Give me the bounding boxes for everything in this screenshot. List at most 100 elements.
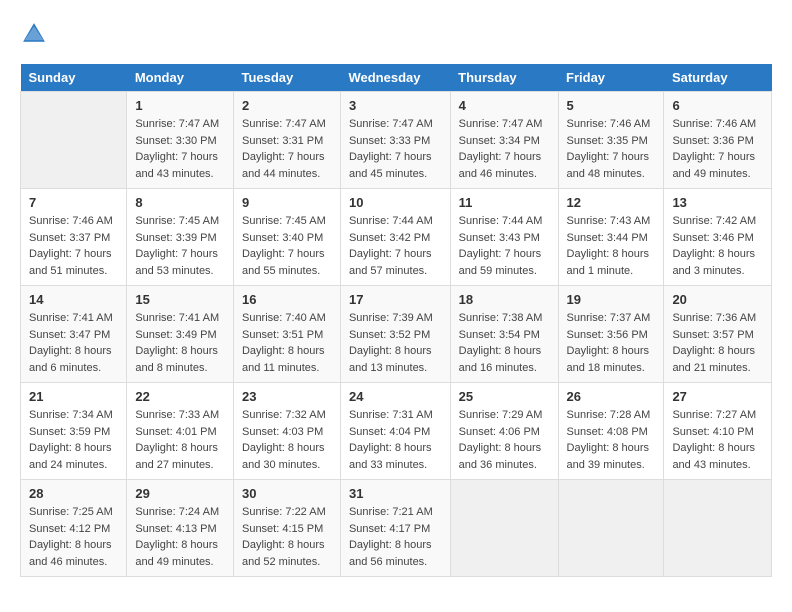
day-number: 25 [459,389,550,404]
calendar-cell: 14 Sunrise: 7:41 AMSunset: 3:47 PMDayligh… [21,286,127,383]
page-header [20,20,772,48]
weekday-header-monday: Monday [127,64,234,92]
day-info: Sunrise: 7:41 AMSunset: 3:47 PMDaylight:… [29,310,118,376]
calendar-cell [664,480,772,577]
calendar-cell: 10 Sunrise: 7:44 AMSunset: 3:42 PMDayligh… [340,189,450,286]
calendar-cell: 6 Sunrise: 7:46 AMSunset: 3:36 PMDaylight… [664,92,772,189]
day-info: Sunrise: 7:44 AMSunset: 3:43 PMDaylight:… [459,213,550,279]
day-number: 2 [242,98,332,113]
day-number: 21 [29,389,118,404]
calendar-week-row: 21 Sunrise: 7:34 AMSunset: 3:59 PMDayligh… [21,383,772,480]
day-number: 4 [459,98,550,113]
day-number: 3 [349,98,442,113]
day-number: 1 [135,98,225,113]
weekday-header-wednesday: Wednesday [340,64,450,92]
calendar-cell [21,92,127,189]
day-number: 22 [135,389,225,404]
day-info: Sunrise: 7:25 AMSunset: 4:12 PMDaylight:… [29,504,118,570]
calendar-week-row: 7 Sunrise: 7:46 AMSunset: 3:37 PMDaylight… [21,189,772,286]
day-number: 24 [349,389,442,404]
day-info: Sunrise: 7:40 AMSunset: 3:51 PMDaylight:… [242,310,332,376]
day-number: 5 [567,98,656,113]
day-number: 6 [672,98,763,113]
calendar-cell: 25 Sunrise: 7:29 AMSunset: 4:06 PMDayligh… [450,383,558,480]
day-info: Sunrise: 7:28 AMSunset: 4:08 PMDaylight:… [567,407,656,473]
calendar-cell: 2 Sunrise: 7:47 AMSunset: 3:31 PMDaylight… [233,92,340,189]
weekday-header-sunday: Sunday [21,64,127,92]
calendar-cell: 26 Sunrise: 7:28 AMSunset: 4:08 PMDayligh… [558,383,664,480]
calendar-week-row: 28 Sunrise: 7:25 AMSunset: 4:12 PMDayligh… [21,480,772,577]
day-number: 26 [567,389,656,404]
day-info: Sunrise: 7:29 AMSunset: 4:06 PMDaylight:… [459,407,550,473]
day-number: 13 [672,195,763,210]
day-number: 8 [135,195,225,210]
calendar-cell: 3 Sunrise: 7:47 AMSunset: 3:33 PMDaylight… [340,92,450,189]
calendar-cell [450,480,558,577]
day-info: Sunrise: 7:47 AMSunset: 3:31 PMDaylight:… [242,116,332,182]
day-info: Sunrise: 7:46 AMSunset: 3:36 PMDaylight:… [672,116,763,182]
day-number: 7 [29,195,118,210]
day-number: 30 [242,486,332,501]
weekday-header-tuesday: Tuesday [233,64,340,92]
day-info: Sunrise: 7:39 AMSunset: 3:52 PMDaylight:… [349,310,442,376]
day-info: Sunrise: 7:38 AMSunset: 3:54 PMDaylight:… [459,310,550,376]
calendar-cell: 31Sunrise: 7:21 AMSunset: 4:17 PMDayligh… [340,480,450,577]
day-number: 23 [242,389,332,404]
day-info: Sunrise: 7:32 AMSunset: 4:03 PMDaylight:… [242,407,332,473]
day-number: 28 [29,486,118,501]
day-info: Sunrise: 7:47 AMSunset: 3:33 PMDaylight:… [349,116,442,182]
day-number: 16 [242,292,332,307]
calendar-cell: 23 Sunrise: 7:32 AMSunset: 4:03 PMDayligh… [233,383,340,480]
day-info: Sunrise: 7:47 AMSunset: 3:34 PMDaylight:… [459,116,550,182]
day-info: Sunrise: 7:42 AMSunset: 3:46 PMDaylight:… [672,213,763,279]
weekday-header-friday: Friday [558,64,664,92]
day-info: Sunrise: 7:34 AMSunset: 3:59 PMDaylight:… [29,407,118,473]
calendar-cell: 30Sunrise: 7:22 AMSunset: 4:15 PMDayligh… [233,480,340,577]
day-number: 10 [349,195,442,210]
day-number: 29 [135,486,225,501]
calendar-week-row: 14 Sunrise: 7:41 AMSunset: 3:47 PMDayligh… [21,286,772,383]
day-number: 27 [672,389,763,404]
calendar-cell: 16 Sunrise: 7:40 AMSunset: 3:51 PMDayligh… [233,286,340,383]
day-number: 15 [135,292,225,307]
calendar-cell: 29 Sunrise: 7:24 AMSunset: 4:13 PMDayligh… [127,480,234,577]
calendar-cell: 4 Sunrise: 7:47 AMSunset: 3:34 PMDaylight… [450,92,558,189]
day-info: Sunrise: 7:24 AMSunset: 4:13 PMDaylight:… [135,504,225,570]
day-info: Sunrise: 7:45 AMSunset: 3:39 PMDaylight:… [135,213,225,279]
day-number: 14 [29,292,118,307]
day-number: 17 [349,292,442,307]
calendar-cell: 13 Sunrise: 7:42 AMSunset: 3:46 PMDayligh… [664,189,772,286]
logo-icon [20,20,48,48]
day-info: Sunrise: 7:37 AMSunset: 3:56 PMDaylight:… [567,310,656,376]
calendar-cell: 22 Sunrise: 7:33 AMSunset: 4:01 PMDayligh… [127,383,234,480]
day-info: Sunrise: 7:44 AMSunset: 3:42 PMDaylight:… [349,213,442,279]
calendar-cell: 20 Sunrise: 7:36 AMSunset: 3:57 PMDayligh… [664,286,772,383]
calendar-cell: 27Sunrise: 7:27 AMSunset: 4:10 PMDayligh… [664,383,772,480]
calendar-cell: 24Sunrise: 7:31 AMSunset: 4:04 PMDayligh… [340,383,450,480]
day-info: Sunrise: 7:33 AMSunset: 4:01 PMDaylight:… [135,407,225,473]
calendar-cell: 28 Sunrise: 7:25 AMSunset: 4:12 PMDayligh… [21,480,127,577]
calendar-cell: 1 Sunrise: 7:47 AMSunset: 3:30 PMDaylight… [127,92,234,189]
day-info: Sunrise: 7:46 AMSunset: 3:35 PMDaylight:… [567,116,656,182]
calendar-cell: 21 Sunrise: 7:34 AMSunset: 3:59 PMDayligh… [21,383,127,480]
day-info: Sunrise: 7:36 AMSunset: 3:57 PMDaylight:… [672,310,763,376]
calendar-cell: 5 Sunrise: 7:46 AMSunset: 3:35 PMDaylight… [558,92,664,189]
calendar-cell: 9Sunrise: 7:45 AMSunset: 3:40 PMDaylight… [233,189,340,286]
calendar-cell: 12Sunrise: 7:43 AMSunset: 3:44 PMDayligh… [558,189,664,286]
day-info: Sunrise: 7:21 AMSunset: 4:17 PMDaylight:… [349,504,442,570]
day-number: 11 [459,195,550,210]
calendar-cell: 11 Sunrise: 7:44 AMSunset: 3:43 PMDayligh… [450,189,558,286]
calendar-cell: 17 Sunrise: 7:39 AMSunset: 3:52 PMDayligh… [340,286,450,383]
day-info: Sunrise: 7:47 AMSunset: 3:30 PMDaylight:… [135,116,225,182]
day-number: 20 [672,292,763,307]
weekday-header-row: SundayMondayTuesdayWednesdayThursdayFrid… [21,64,772,92]
calendar-cell: 8 Sunrise: 7:45 AMSunset: 3:39 PMDaylight… [127,189,234,286]
calendar-cell: 7 Sunrise: 7:46 AMSunset: 3:37 PMDaylight… [21,189,127,286]
day-info: Sunrise: 7:45 AMSunset: 3:40 PMDaylight:… [242,213,332,279]
calendar-table: SundayMondayTuesdayWednesdayThursdayFrid… [20,64,772,577]
calendar-cell: 19 Sunrise: 7:37 AMSunset: 3:56 PMDayligh… [558,286,664,383]
weekday-header-saturday: Saturday [664,64,772,92]
day-info: Sunrise: 7:46 AMSunset: 3:37 PMDaylight:… [29,213,118,279]
day-number: 19 [567,292,656,307]
calendar-cell: 18Sunrise: 7:38 AMSunset: 3:54 PMDayligh… [450,286,558,383]
